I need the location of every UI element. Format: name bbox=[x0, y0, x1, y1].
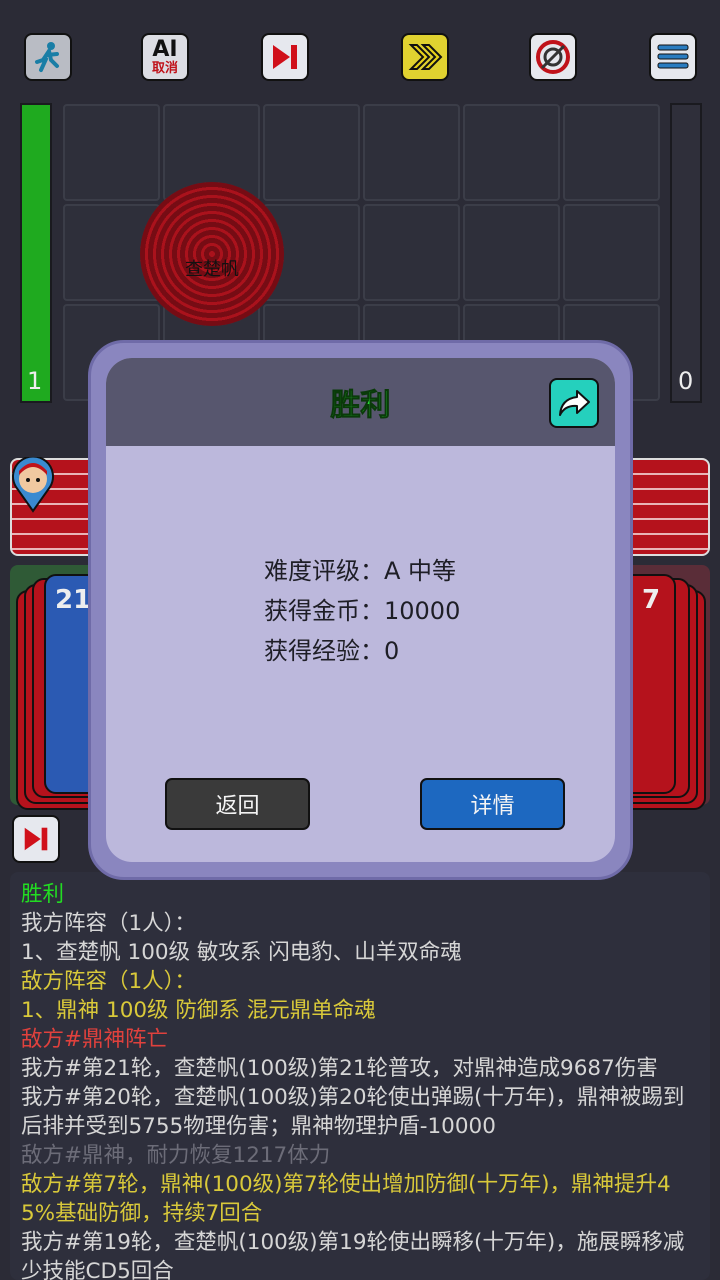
detail-button[interactable]: 详情 bbox=[420, 778, 565, 830]
dialog-header: 胜利 bbox=[106, 358, 615, 446]
player-card-number: 21 bbox=[55, 585, 92, 615]
enemy-track bbox=[620, 458, 710, 556]
difficulty-rating: 难度评级：A 中等 bbox=[264, 557, 457, 585]
hamburger-menu-icon bbox=[657, 44, 689, 69]
log-line: 我方#第19轮，查楚帆(100级)第19轮使出瞬移(十万年)，施展瞬移减少技能C… bbox=[21, 1230, 685, 1280]
grid-cell[interactable] bbox=[363, 104, 460, 201]
player-avatar-icon bbox=[10, 455, 56, 517]
grid-cell[interactable] bbox=[463, 104, 560, 201]
unit-spiral-effect bbox=[140, 182, 284, 326]
grid-cell[interactable] bbox=[563, 204, 660, 301]
fast-forward-button[interactable] bbox=[401, 33, 449, 81]
enemy-energy-bar bbox=[670, 103, 702, 403]
back-button[interactable]: 返回 bbox=[165, 778, 310, 830]
battle-log[interactable]: 胜利 我方阵容（1人）： 1、查楚帆 100级 敏攻系 闪电豹、山羊双命魂 敌方… bbox=[10, 872, 710, 1280]
log-line: 敌方阵容（1人）： bbox=[21, 969, 196, 994]
player-count: 1 bbox=[27, 367, 43, 395]
ai-label: AI bbox=[152, 36, 178, 62]
victory-dialog-body: 胜利 难度评级：A 中等 获得金币：10000 获得经验：0 返回 详情 bbox=[106, 358, 615, 862]
log-line: 敌方#鼎神，耐力恢复1217体力 bbox=[21, 1143, 331, 1168]
log-line: 敌方#第7轮，鼎神(100级)第7轮使出增加防御(十万年)，鼎神提升45%基础防… bbox=[21, 1172, 671, 1226]
log-line: 1、鼎神 100级 防御系 混元鼎单命魂 bbox=[21, 998, 376, 1023]
log-line: 1、查楚帆 100级 敏攻系 闪电豹、山羊双命魂 bbox=[21, 940, 462, 965]
menu-button[interactable] bbox=[649, 33, 697, 81]
log-line: 敌方#鼎神阵亡 bbox=[21, 1027, 169, 1052]
grid-cell[interactable] bbox=[63, 104, 160, 201]
run-away-button[interactable] bbox=[24, 33, 72, 81]
dialog-title: 胜利 bbox=[330, 388, 391, 424]
skip-log-button[interactable] bbox=[12, 815, 60, 863]
enemy-count: 0 bbox=[678, 367, 694, 395]
target-cancel-icon bbox=[536, 40, 570, 74]
unit-name: 查楚帆 bbox=[185, 259, 239, 280]
skip-turn-button[interactable] bbox=[261, 33, 309, 81]
victory-dialog: 胜利 难度评级：A 中等 获得金币：10000 获得经验：0 返回 详情 bbox=[88, 340, 633, 880]
ai-cancel-label: 取消 bbox=[151, 60, 178, 76]
share-arrow-icon bbox=[559, 390, 590, 416]
exp-earned: 获得经验：0 bbox=[264, 637, 400, 665]
enemy-card-number: 7 bbox=[642, 585, 661, 615]
ai-cancel-button[interactable]: AI 取消 bbox=[141, 33, 189, 81]
running-man-icon bbox=[35, 42, 59, 72]
auto-target-button[interactable] bbox=[529, 33, 577, 81]
log-line: 我方#第21轮，查楚帆(100级)第21轮普攻，对鼎神造成9687伤害 bbox=[21, 1056, 658, 1081]
skip-next-icon bbox=[24, 827, 48, 851]
grid-cell[interactable] bbox=[463, 204, 560, 301]
share-button[interactable] bbox=[549, 378, 599, 428]
grid-cell[interactable] bbox=[363, 204, 460, 301]
player-energy-bar bbox=[20, 103, 52, 403]
skip-next-icon bbox=[273, 45, 297, 69]
log-line: 我方阵容（1人）： bbox=[21, 911, 196, 936]
grid-cell[interactable] bbox=[263, 104, 360, 201]
log-line: 我方#第20轮，查楚帆(100级)第20轮使出弹踢(十万年)，鼎神被踢到后排并受… bbox=[21, 1085, 685, 1139]
log-line: 胜利 bbox=[21, 882, 65, 907]
grid-cell[interactable] bbox=[563, 104, 660, 201]
coins-earned: 获得金币：10000 bbox=[264, 597, 461, 625]
double-chevron-icon bbox=[408, 44, 443, 70]
